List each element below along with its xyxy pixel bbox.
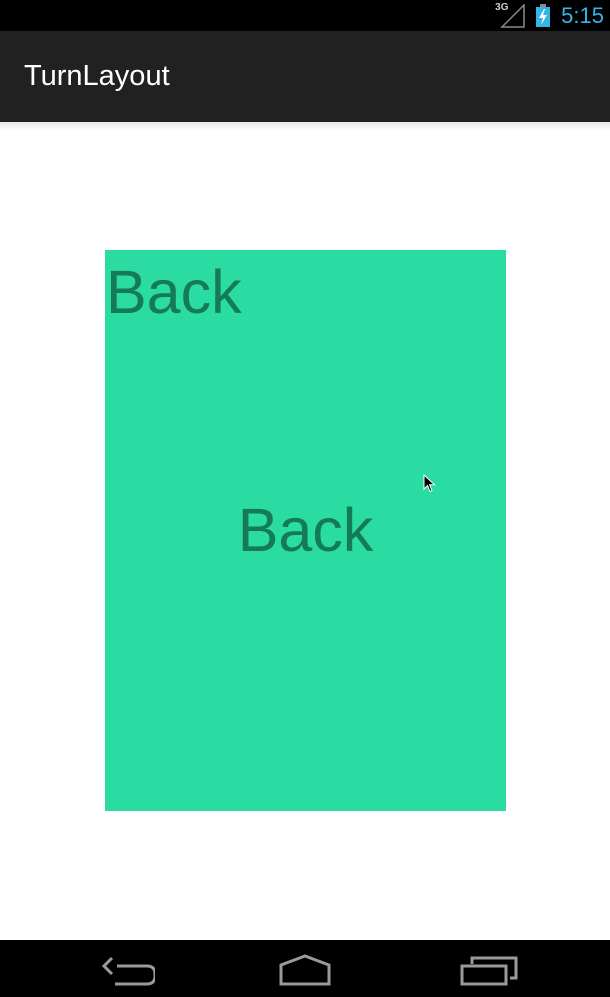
card-top-label: Back [106, 258, 242, 326]
navigation-bar [0, 940, 610, 997]
battery-charging-icon [535, 3, 551, 28]
flip-card[interactable]: Back Back [105, 250, 506, 811]
signal-icon: 3G [495, 2, 525, 28]
back-icon [101, 956, 155, 986]
recent-apps-icon [460, 956, 518, 986]
status-icons: 3G 5:15 [495, 0, 604, 31]
action-bar: TurnLayout [0, 31, 610, 122]
status-clock: 5:15 [561, 2, 604, 28]
recent-apps-button[interactable] [452, 954, 522, 997]
card-center-label: Back [237, 496, 374, 564]
mouse-cursor-icon [423, 473, 437, 498]
status-bar: 3G 5:15 [0, 0, 610, 31]
app-title: TurnLayout [24, 60, 170, 92]
home-icon [279, 954, 331, 986]
action-bar-shadow [0, 122, 610, 130]
back-button[interactable] [90, 954, 160, 997]
home-button[interactable] [270, 954, 340, 997]
